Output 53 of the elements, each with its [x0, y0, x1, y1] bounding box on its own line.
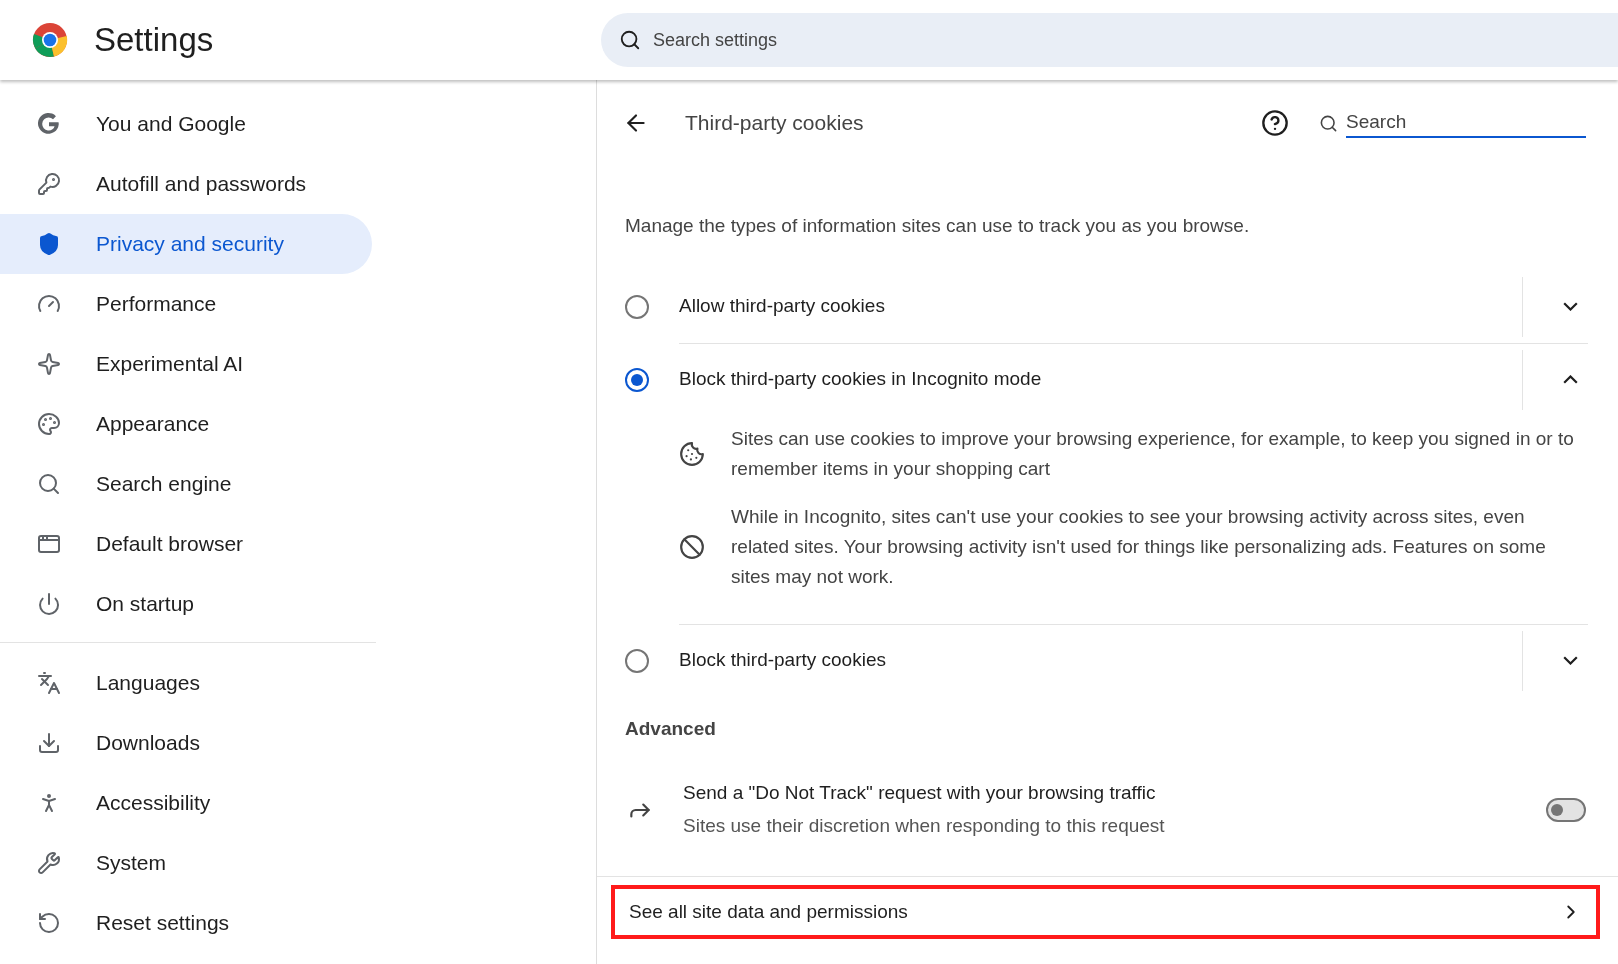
sidebar-item[interactable]: System — [0, 833, 372, 893]
search-field[interactable]: Search — [1346, 107, 1586, 139]
search-icon — [37, 472, 61, 496]
sidebar-item[interactable]: Appearance — [0, 394, 372, 454]
section-heading: Advanced — [625, 716, 716, 741]
sidebar-item[interactable]: On startup — [0, 574, 372, 634]
description-text: Manage the types of information sites can use to track you as you browse. — [625, 214, 1251, 238]
cookie-icon — [679, 440, 705, 467]
sidebar-item[interactable]: You and Google — [0, 94, 372, 154]
toggle-sublabel: Sites use their discretion when responding to this request — [683, 813, 1166, 838]
window-icon — [37, 532, 61, 556]
toggle-label: Send a "Do Not Track" request with your browsing traffic — [683, 781, 1157, 805]
sidebar-item[interactable]: Languages — [0, 653, 372, 713]
toggle-switch[interactable] — [1546, 797, 1586, 822]
chevron-up-icon — [1563, 375, 1578, 384]
radio-button[interactable] — [625, 648, 649, 673]
site-data-link[interactable]: See all site data and permissions — [611, 885, 1600, 939]
key-icon — [37, 172, 61, 196]
translate-icon — [37, 671, 61, 695]
radio-button[interactable] — [625, 367, 649, 392]
sidebar-item[interactable]: Privacy and security — [0, 214, 372, 274]
download-icon — [37, 731, 61, 755]
power-icon — [37, 592, 61, 616]
sidebar-item[interactable]: Search engine — [0, 454, 372, 514]
sidebar-item[interactable]: Performance — [0, 274, 372, 334]
search-field[interactable]: Search settings — [601, 13, 1618, 67]
option-label: Block third-party cookies — [679, 648, 887, 673]
detail-text: While in Incognito, sites can't use your cookies to see your browsing activity across sites, even related sites. Your browsing activity isn't used for things like personalizing ads. Features on some sites may not work. — [731, 504, 1547, 589]
help-icon[interactable] — [1261, 109, 1289, 137]
app-title: Settings — [94, 20, 214, 61]
search-icon — [1319, 113, 1338, 133]
radio-button[interactable] — [625, 294, 649, 319]
chevron-down-icon — [1563, 302, 1578, 311]
option-label: Allow third-party cookies — [679, 294, 886, 319]
page-title: Third-party cookies — [685, 110, 864, 137]
detail-text: Sites can use cookies to improve your browsing experience, for example, to keep you signed in or to remember items in your shopping cart — [731, 426, 1575, 481]
option-label: Block third-party cookies in Incognito mode — [679, 367, 1043, 392]
chevron-down-icon — [1563, 656, 1578, 665]
reset-icon — [37, 911, 61, 935]
sidebar-item[interactable]: Downloads — [0, 713, 372, 773]
sparkle-icon — [37, 352, 61, 376]
palette-icon — [37, 412, 61, 436]
sidebar-item[interactable]: Accessibility — [0, 773, 372, 833]
wrench-icon — [37, 851, 61, 875]
shield-icon — [37, 232, 61, 256]
blocked-icon — [679, 533, 705, 560]
search-icon — [619, 29, 641, 51]
sidebar-item[interactable]: Autofill and passwords — [0, 154, 372, 214]
browser-logo-icon — [32, 22, 68, 58]
sidebar-item[interactable]: Experimental AI — [0, 334, 372, 394]
google-g-icon — [36, 111, 62, 137]
sidebar-item[interactable]: Reset settings — [0, 893, 372, 953]
sidebar-item[interactable]: Default browser — [0, 514, 372, 574]
